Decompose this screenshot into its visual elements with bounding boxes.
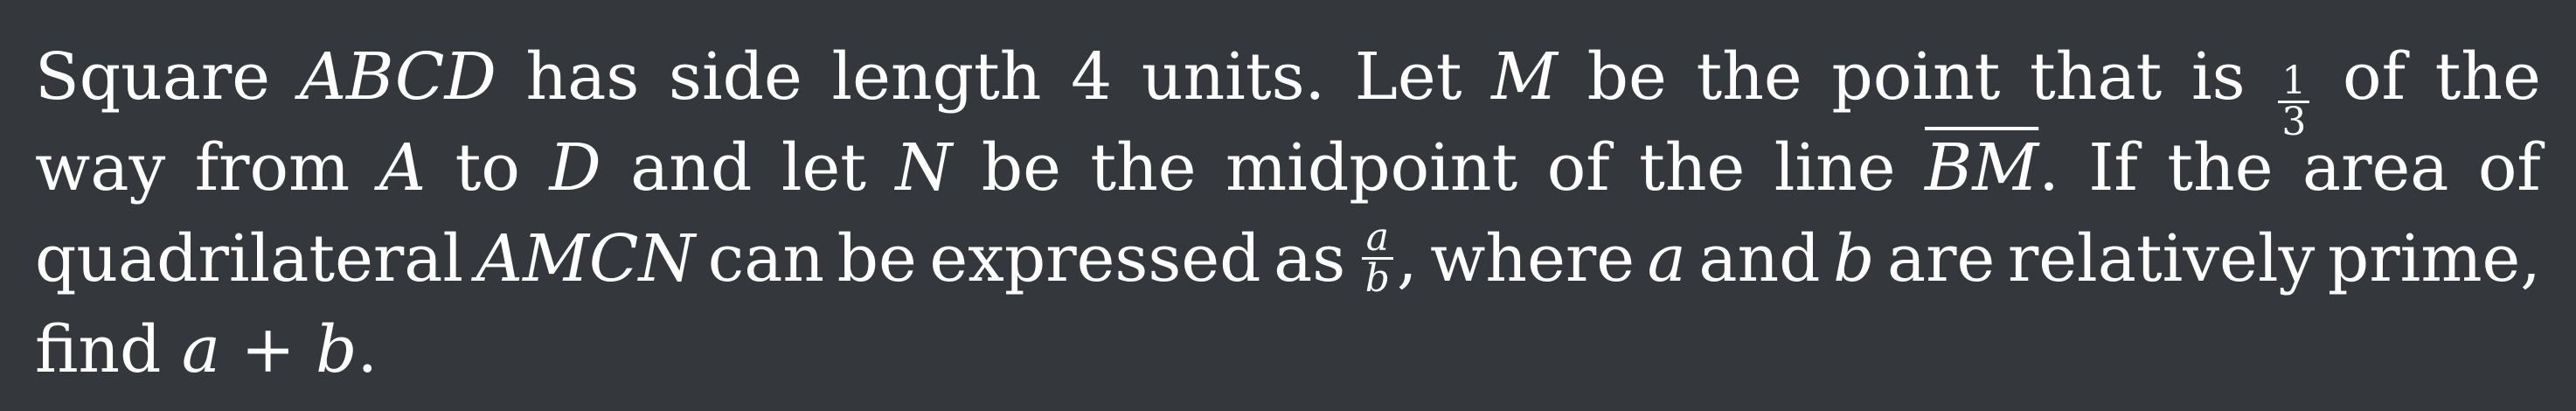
math-variable-b: b	[1833, 221, 1875, 296]
word: and	[1698, 221, 1821, 296]
word: of	[2343, 39, 2406, 115]
word: that	[2030, 39, 2163, 115]
word: let	[781, 130, 867, 206]
word: find	[35, 312, 162, 387]
word: midpoint	[1226, 130, 1518, 206]
fraction-a-over-b-group: ab,	[1358, 213, 1418, 304]
word: as	[1274, 221, 1346, 296]
word: prime,	[2327, 221, 2541, 296]
fraction-numerator: 1	[2278, 62, 2310, 103]
word: the	[1696, 39, 1802, 115]
word: can	[707, 221, 825, 296]
word: of	[2477, 130, 2541, 206]
word: be	[981, 130, 1061, 206]
fraction-denominator: 3	[2281, 100, 2307, 144]
word: the	[1090, 130, 1197, 206]
comma: ,	[1396, 221, 1418, 296]
word: length	[831, 39, 1042, 115]
word: the	[2167, 130, 2274, 206]
word: Let	[1354, 39, 1462, 115]
word: way	[35, 130, 166, 206]
word: quadrilateral	[35, 221, 464, 296]
word: be	[837, 221, 917, 296]
word: is	[2191, 39, 2246, 115]
math-point-m: M	[1491, 39, 1558, 115]
period: .	[357, 312, 378, 387]
fraction-numerator: a	[1361, 219, 1393, 261]
problem-statement: Square ABCD has side length 4 units. Let…	[0, 0, 2576, 411]
word: relatively	[2007, 221, 2316, 296]
word: and	[630, 130, 753, 206]
fraction-a-over-b: ab	[1361, 219, 1393, 302]
word: 4	[1071, 39, 1113, 115]
word: to	[455, 130, 520, 206]
word: has	[525, 39, 640, 115]
word: area	[2302, 130, 2449, 206]
word: where	[1430, 221, 1635, 296]
word: If	[2088, 130, 2138, 206]
math-segment-bm: BM.	[1925, 122, 2059, 213]
fraction-denominator: b	[1364, 256, 1390, 302]
math-point-a: A	[378, 130, 427, 206]
problem-line-1: Square ABCD has side length 4 units. Let…	[35, 31, 2541, 142]
word: expressed	[929, 221, 1261, 296]
word: the	[1639, 130, 1746, 206]
word: are	[1887, 221, 1996, 296]
period: .	[2038, 130, 2059, 206]
segment-label: BM	[1925, 130, 2039, 206]
problem-line-3: quadrilateral AMCN can be expressed as a…	[35, 213, 2541, 304]
word: point	[1831, 39, 2001, 115]
word: units.	[1141, 39, 1326, 115]
fraction-one-third: 1 3	[2278, 62, 2310, 144]
math-point-d: D	[549, 130, 601, 206]
word: the	[2434, 39, 2541, 115]
word: side	[669, 39, 802, 115]
word: be	[1587, 39, 1667, 115]
math-square-name: ABCD	[299, 39, 496, 115]
math-expression-sum: a + b	[181, 312, 358, 387]
math-point-n: N	[895, 130, 953, 206]
problem-line-4: find a + b.	[35, 304, 2541, 395]
word: Square	[35, 39, 271, 115]
word: line	[1774, 130, 1896, 206]
word: from	[194, 130, 351, 206]
math-variable-a: a	[1647, 221, 1686, 296]
problem-line-2: way from A to D and let N be the midpoin…	[35, 122, 2541, 213]
math-quadrilateral-name: AMCN	[476, 221, 696, 296]
word: of	[1546, 130, 1610, 206]
